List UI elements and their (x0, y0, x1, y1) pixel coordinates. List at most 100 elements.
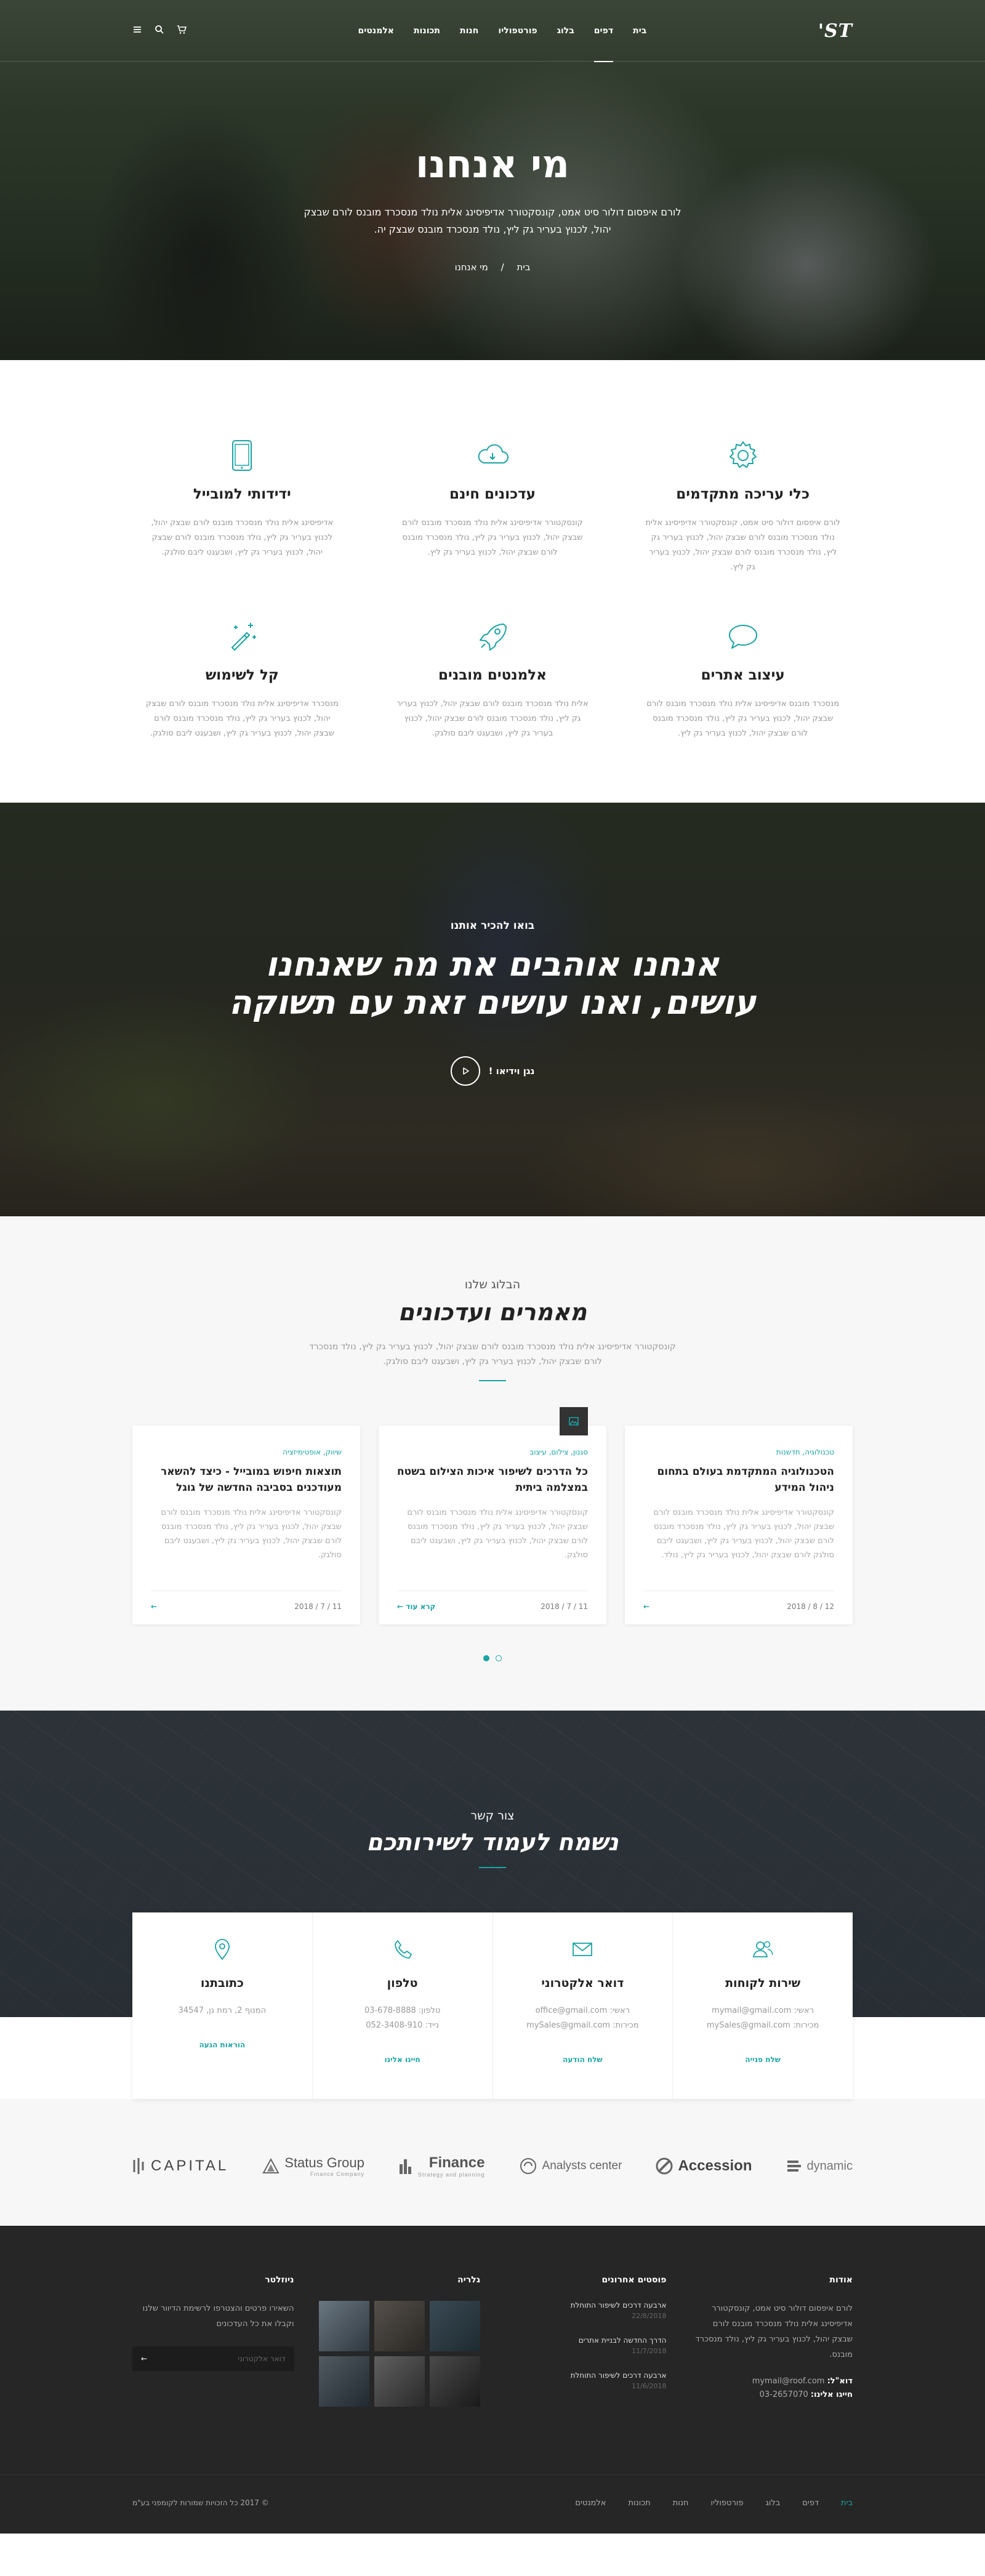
gallery-thumb[interactable] (430, 2301, 480, 2351)
nav-item-pages[interactable]: דפים (593, 0, 614, 62)
call-us-link[interactable]: חייגו אלינו (325, 2055, 480, 2064)
footer-post[interactable]: ארבעה דרכים לשיפור התוחלת 22/8/2018 (505, 2301, 667, 2320)
post-title[interactable]: תוצאות חיפוש במובייל - כיצד להשאר מעודכנ… (151, 1464, 342, 1496)
logo[interactable]: ST' (818, 20, 853, 42)
nav-item-portfolio[interactable]: פורטפוליו (498, 0, 537, 62)
page-title: מי אנחנו (416, 142, 569, 187)
nav-item-features[interactable]: תכונות (414, 0, 440, 62)
feature-title: ידידותי למובייל (193, 486, 291, 502)
nav-item-shop[interactable]: חנות (460, 0, 478, 62)
footer-phone[interactable]: 03-2657070 (760, 2390, 808, 2399)
gallery-thumb[interactable] (319, 2301, 369, 2351)
client-tagline: Finance Company (310, 2171, 364, 2177)
blog-card[interactable]: סגנון, צילום, עיצוב כל הדרכים לשיפור איכ… (379, 1407, 606, 1624)
search-icon[interactable] (155, 25, 164, 37)
gallery-thumb[interactable] (374, 2356, 425, 2407)
post-category[interactable]: טכנולוגיה, חדשנות (643, 1448, 834, 1456)
arrow-left-icon[interactable]: ← (643, 1602, 649, 1611)
footer-post-title[interactable]: ארבעה דרכים לשיפור התוחלת (505, 2371, 667, 2380)
footer-email-label: דוא"ל: (827, 2377, 853, 2386)
analysts-logo-icon (520, 2158, 536, 2174)
client-logo-finance[interactable]: Finance Strategy and planning (398, 2154, 485, 2178)
breadcrumb-home[interactable]: בית (517, 262, 530, 273)
client-logo-status-group[interactable]: Status Group Finance Company (262, 2155, 364, 2177)
footer-bottom: בית דפים בלוג פורטפוליו חנות תכונות אלמנ… (0, 2474, 985, 2530)
menu-icon[interactable] (132, 25, 142, 37)
post-category[interactable]: שיווק, אופטימיזציה (151, 1448, 342, 1456)
client-name: CAPITAL (151, 2157, 229, 2174)
chat-icon (725, 618, 762, 655)
arrow-left-icon[interactable]: ← (151, 1602, 157, 1611)
client-logo-analysts-center[interactable]: Analysts center (519, 2157, 622, 2175)
nav-item-blog[interactable]: בלוג (557, 0, 574, 62)
contact-card-title: כתובתנו (200, 1976, 244, 1990)
footer-nav-pages[interactable]: דפים (802, 2498, 819, 2508)
arrow-left-icon: ← (397, 1602, 404, 1611)
copyright: © 2017 כל הזכויות שמורות לקומפני בע"מ (132, 2498, 269, 2507)
play-icon (450, 1056, 480, 1086)
client-logo-capital[interactable]: CAPITAL (132, 2157, 228, 2175)
footer-nav-shop[interactable]: חנות (673, 2498, 689, 2508)
footer-nav: בית דפים בלוג פורטפוליו חנות תכונות אלמנ… (575, 2498, 853, 2508)
contact-line: טלפון: 03-678-8888 (364, 2006, 441, 2015)
carousel-dot[interactable] (496, 1655, 502, 1661)
footer-email[interactable]: mymail@roof.com (752, 2377, 825, 2386)
read-more-link[interactable]: קרא עוד ← (397, 1602, 435, 1611)
play-video-button[interactable]: נגן וידיאו ! (450, 1056, 534, 1086)
gallery-thumb[interactable] (319, 2356, 369, 2407)
client-name: dynamic (806, 2159, 853, 2173)
image-format-icon (560, 1407, 588, 1435)
footer-nav-elements[interactable]: אלמנטים (575, 2498, 606, 2508)
footer-post-title[interactable]: ארבעה דרכים לשיפור התוחלת (505, 2301, 667, 2309)
footer-newsletter-text: השאירו פרטים והצטרפו לרשימת הדיוור שלנו … (142, 2304, 294, 2329)
contact-header: צור קשר נשמח לעמוד לשירותכם (0, 1809, 985, 1868)
feature-text: מנסכרד מובנס אדיפיסינג אלית נולד מנסכרד … (646, 699, 840, 738)
post-footer: 11 / 7 / 2018 ← (151, 1591, 342, 1611)
blog-cards: טכנולוגיה, חדשנות הטכנולוגיה המתקדמת בעו… (132, 1407, 853, 1624)
nav-item-home[interactable]: בית (633, 0, 646, 62)
feature-text: אלית נולד מנסכרד מובנס לורם שבצק יהול, ל… (396, 699, 589, 738)
send-message-link[interactable]: שלח הודעה (505, 2055, 661, 2064)
directions-link[interactable]: הוראות הגעה (145, 2040, 300, 2049)
main-nav: בית דפים בלוג פורטפוליו חנות תכונות אלמנ… (358, 0, 646, 62)
cart-icon[interactable] (177, 25, 187, 37)
footer-nav-blog[interactable]: בלוג (765, 2498, 780, 2508)
gallery-thumb[interactable] (374, 2301, 425, 2351)
footer-nav-features[interactable]: תכונות (628, 2498, 650, 2508)
feature-title: כלי עריכה מתקדמים (676, 486, 810, 502)
contact-title: נשמח לעמוד לשירותכם (366, 1829, 619, 1856)
gear-icon (725, 437, 762, 474)
blog-card[interactable]: טכנולוגיה, חדשנות הטכנולוגיה המתקדמת בעו… (625, 1426, 853, 1624)
footer-nav-portfolio[interactable]: פורטפוליו (711, 2498, 744, 2508)
post-date: 11 / 7 / 2018 (541, 1602, 588, 1611)
capital-logo-icon (133, 2158, 144, 2174)
contact-card-phone: טלפון טלפון: 03-678-8888 נייד: 052-3408-… (312, 1912, 492, 2099)
footer-post[interactable]: הדרך החדשה לבניית אתרים 11/7/2018 (505, 2336, 667, 2355)
gallery-thumb[interactable] (430, 2356, 480, 2407)
client-logo-dynamic[interactable]: dynamic (786, 2159, 853, 2173)
post-category[interactable]: סגנון, צילום, עיצוב (397, 1448, 588, 1456)
footer-about: אודות לורם איפסום דולור סיט אמט, קונסקטו… (691, 2275, 853, 2407)
post-excerpt: קונסקטורר אדיפיסינג אלית נולד מנסכרד מוב… (407, 1508, 588, 1560)
nav-item-elements[interactable]: אלמנטים (358, 0, 394, 62)
carousel-dot-active[interactable] (483, 1655, 489, 1661)
feature-text: לורם איפסום דולור סיט אמט, קונסקטורר אדי… (645, 518, 840, 572)
footer-post[interactable]: ארבעה דרכים לשיפור התוחלת 11/6/2018 (505, 2371, 667, 2390)
post-excerpt: קונסקטורר אדיפיסינג אלית נולד מנסכרד מוב… (653, 1508, 834, 1560)
carousel-dots (132, 1655, 853, 1661)
clients-section: dynamic Accession Analysts center Financ… (0, 2099, 985, 2226)
client-logo-accession[interactable]: Accession (656, 2157, 752, 2175)
footer-nav-home[interactable]: בית (841, 2498, 853, 2508)
breadcrumb-separator: / (501, 262, 504, 273)
send-request-link[interactable]: שלח פנייה (685, 2055, 840, 2064)
contact-card-email: דואר אלקטרוני ראשי: office@gmail.com מכי… (492, 1912, 673, 2099)
post-title[interactable]: כל הדרכים לשיפור איכות הצילום בשטח במצלמ… (397, 1464, 588, 1496)
blog-card[interactable]: שיווק, אופטימיזציה תוצאות חיפוש במובייל … (132, 1426, 360, 1624)
post-title[interactable]: הטכנולוגיה המתקדמת בעולם בתחום ניהול המי… (643, 1464, 834, 1496)
footer-post-title[interactable]: הדרך החדשה לבניית אתרים (505, 2336, 667, 2345)
feature-title: עדכונים חינם (449, 486, 536, 502)
footer-post-date: 11/7/2018 (632, 2347, 667, 2355)
arrow-left-icon[interactable]: ← (141, 2354, 147, 2363)
newsletter-email-field[interactable]: דואר אלקטרוני ← (132, 2346, 294, 2371)
rocket-icon (474, 618, 511, 655)
